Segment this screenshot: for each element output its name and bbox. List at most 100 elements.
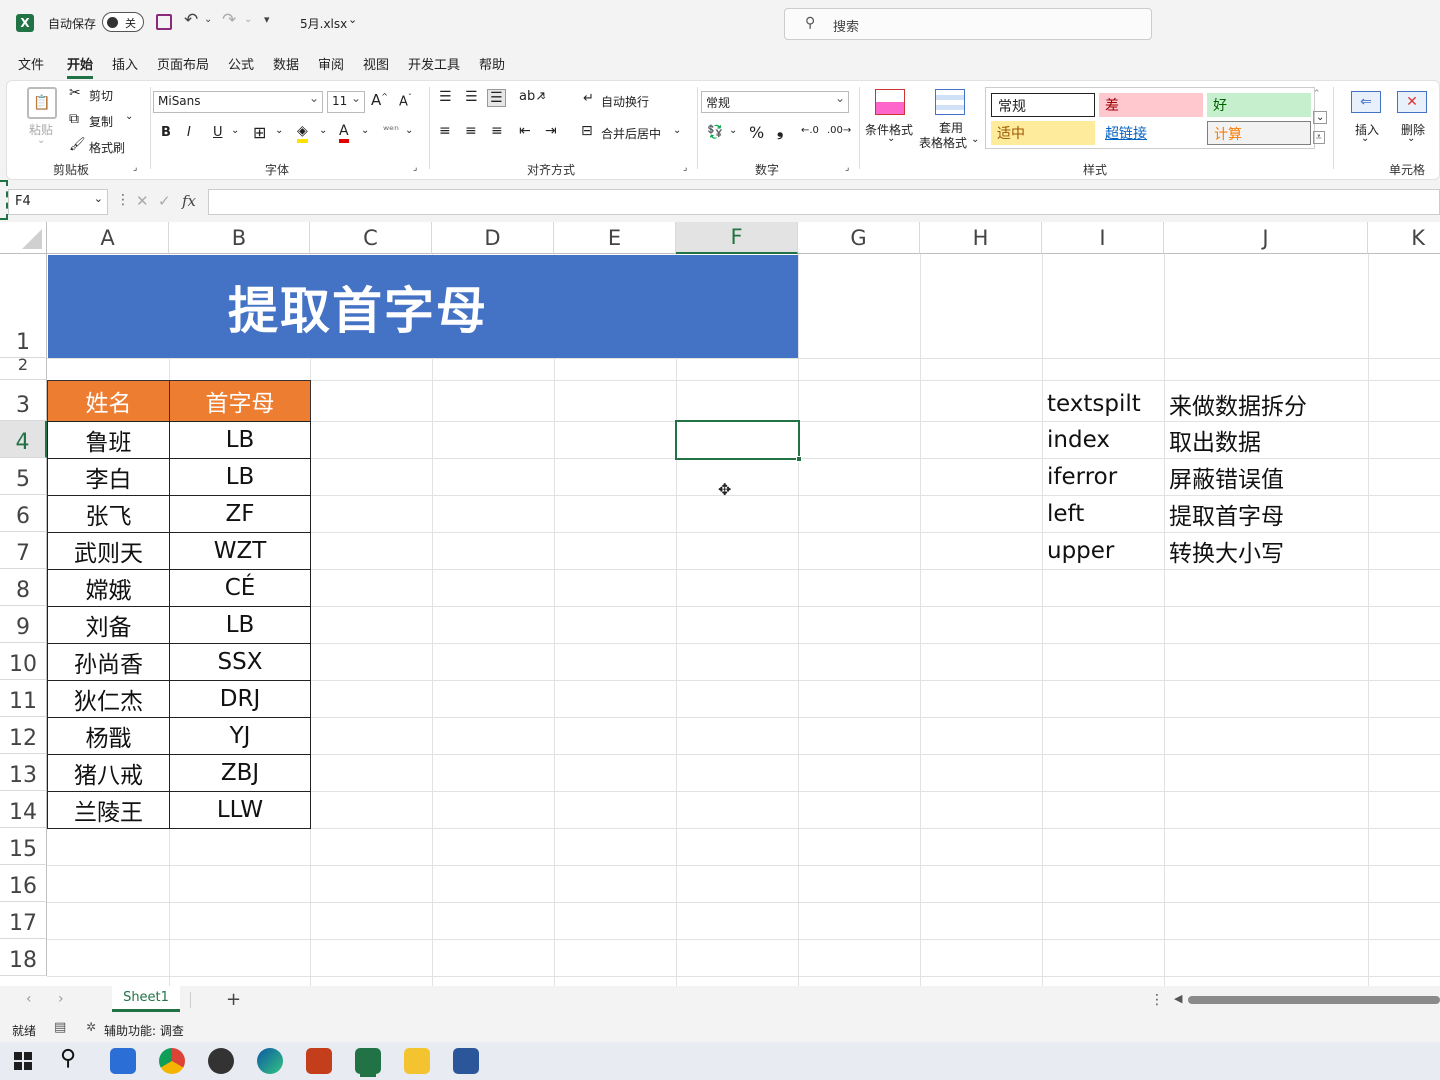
row-header-9[interactable]: 9 xyxy=(0,606,47,643)
phonetic-dropdown-icon[interactable]: ⌄ xyxy=(405,125,413,136)
row-header-15[interactable]: 15 xyxy=(0,828,47,865)
italic-button[interactable]: I xyxy=(187,125,191,140)
wrap-text-button[interactable]: 自动换行 xyxy=(601,93,649,110)
function-desc-cell[interactable]: 转换大小写 xyxy=(1169,533,1284,569)
font-launcher-icon[interactable]: ⌟ xyxy=(413,163,417,173)
orientation-dropdown-icon[interactable]: ⌄ xyxy=(539,91,547,102)
decrease-decimal-icon[interactable]: .00→ xyxy=(827,125,851,136)
row-header-6[interactable]: 6 xyxy=(0,495,47,532)
comma-style-icon[interactable]: ❟ xyxy=(777,121,783,141)
name-cell[interactable]: 李白 xyxy=(47,458,170,496)
function-name-cell[interactable]: index xyxy=(1047,422,1110,458)
table-format-label-2[interactable]: 表格格式 xyxy=(919,134,967,151)
align-right-icon[interactable]: ≡ xyxy=(491,123,503,139)
select-all-corner[interactable] xyxy=(0,222,47,254)
scroll-tabs-right-icon[interactable]: › xyxy=(58,991,64,1007)
table-header-initials[interactable]: 首字母 xyxy=(169,380,311,422)
fill-color-icon[interactable]: ◈ xyxy=(297,123,308,143)
initials-cell[interactable]: LLW xyxy=(169,791,311,829)
font-name-select[interactable]: MiSans xyxy=(153,91,323,113)
column-header-f[interactable]: F xyxy=(676,222,798,254)
tab-formulas[interactable]: 公式 xyxy=(228,54,254,73)
autosave-toggle[interactable]: 关 xyxy=(102,12,144,32)
row-header-17[interactable]: 17 xyxy=(0,902,47,939)
search-box[interactable]: ⚲ 搜索 xyxy=(784,8,1152,40)
obs-icon[interactable] xyxy=(208,1048,234,1074)
initials-cell[interactable]: LB xyxy=(169,421,311,459)
format-painter-icon[interactable]: 🖌 xyxy=(69,137,86,152)
style-good[interactable]: 好 xyxy=(1207,93,1311,117)
initials-cell[interactable]: YJ xyxy=(169,717,311,755)
row-header-3[interactable]: 3 xyxy=(0,380,47,421)
accounting-dropdown-icon[interactable]: ⌄ xyxy=(729,125,737,136)
style-hyperlink[interactable]: 超链接 xyxy=(1099,121,1203,145)
accessibility-status[interactable]: 辅助功能: 调查 xyxy=(104,1022,184,1039)
style-neutral[interactable]: 适中 xyxy=(991,121,1095,145)
gallery-scroll-up-icon[interactable]: ⌃ xyxy=(1313,89,1321,99)
column-header-j[interactable]: J xyxy=(1164,222,1368,254)
underline-button[interactable]: U xyxy=(213,125,223,140)
name-cell[interactable]: 兰陵王 xyxy=(47,791,170,829)
paste-icon[interactable]: 📋 xyxy=(27,87,57,119)
initials-cell[interactable]: ZBJ xyxy=(169,754,311,792)
hscroll-left-icon[interactable]: ◀ xyxy=(1174,992,1182,1005)
edge-icon[interactable] xyxy=(257,1048,283,1074)
row-header-7[interactable]: 7 xyxy=(0,532,47,569)
gallery-more-icon[interactable]: ⩡ xyxy=(1313,131,1325,144)
style-bad[interactable]: 差 xyxy=(1099,93,1203,117)
clipboard-launcher-icon[interactable]: ⌟ xyxy=(133,163,137,173)
file-name[interactable]: 5月.xlsx xyxy=(300,15,347,32)
style-normal[interactable]: 常规 xyxy=(991,93,1095,117)
name-cell[interactable]: 猪八戒 xyxy=(47,754,170,792)
file-explorer-icon[interactable] xyxy=(404,1048,430,1074)
name-cell[interactable]: 狄仁杰 xyxy=(47,680,170,718)
row-header-10[interactable]: 10 xyxy=(0,643,47,680)
windows-start-icon[interactable] xyxy=(14,1052,32,1070)
tab-file[interactable]: 文件 xyxy=(18,54,44,73)
excel-taskbar-icon[interactable] xyxy=(355,1048,381,1074)
conditional-format-dropdown-icon[interactable]: ⌄ xyxy=(887,133,895,144)
chrome-icon[interactable] xyxy=(159,1048,185,1074)
column-header-i[interactable]: I xyxy=(1042,222,1164,254)
align-middle-icon[interactable]: ☰ xyxy=(465,89,478,105)
column-header-h[interactable]: H xyxy=(920,222,1042,254)
name-box-dropdown-icon[interactable]: ⌄ xyxy=(94,192,103,205)
cut-button[interactable]: 剪切 xyxy=(89,87,113,104)
align-center-icon[interactable]: ≡ xyxy=(465,123,477,139)
conditional-format-icon[interactable] xyxy=(875,89,905,115)
undo-icon[interactable]: ↶ xyxy=(184,10,198,30)
tab-data[interactable]: 数据 xyxy=(273,54,299,73)
tab-review[interactable]: 审阅 xyxy=(318,54,344,73)
word-icon[interactable] xyxy=(453,1048,479,1074)
tab-home[interactable]: 开始 xyxy=(67,54,94,79)
row-header-11[interactable]: 11 xyxy=(0,680,47,717)
undo-dropdown-icon[interactable]: ⌄ xyxy=(204,14,212,25)
row-header-5[interactable]: 5 xyxy=(0,458,47,495)
paste-dropdown-icon[interactable]: ⌄ xyxy=(37,135,45,146)
table-format-dropdown-icon[interactable]: ⌄ xyxy=(971,134,979,145)
insert-function-icon[interactable]: fx xyxy=(182,192,196,210)
merge-center-icon[interactable]: ⊟ xyxy=(581,123,593,139)
function-desc-cell[interactable]: 来做数据拆分 xyxy=(1169,386,1307,422)
filename-dropdown-icon[interactable]: ⌄ xyxy=(348,13,357,26)
name-cell[interactable]: 武则天 xyxy=(47,532,170,570)
function-desc-cell[interactable]: 提取首字母 xyxy=(1169,496,1284,532)
row-header-2[interactable]: 2 xyxy=(0,358,47,380)
function-desc-cell[interactable]: 取出数据 xyxy=(1169,422,1261,458)
column-header-a[interactable]: A xyxy=(47,222,169,254)
column-header-g[interactable]: G xyxy=(798,222,920,254)
copy-dropdown-icon[interactable]: ⌄ xyxy=(125,111,133,122)
active-cell-f4[interactable] xyxy=(675,420,802,462)
column-header-d[interactable]: D xyxy=(432,222,554,254)
add-sheet-button[interactable]: + xyxy=(226,989,241,1010)
redo-dropdown-icon[interactable]: ⌄ xyxy=(244,14,252,25)
function-name-cell[interactable]: left xyxy=(1047,496,1084,532)
increase-indent-icon[interactable]: ⇥ xyxy=(545,123,557,139)
borders-icon[interactable]: ⊞ xyxy=(253,123,266,142)
tab-help[interactable]: 帮助 xyxy=(479,54,505,73)
name-cell[interactable]: 张飞 xyxy=(47,495,170,533)
initials-cell[interactable]: LB xyxy=(169,606,311,644)
merge-dropdown-icon[interactable]: ⌄ xyxy=(673,125,681,136)
font-color-icon[interactable]: A xyxy=(339,123,349,143)
customize-qat-icon[interactable]: ▾ xyxy=(264,13,270,26)
